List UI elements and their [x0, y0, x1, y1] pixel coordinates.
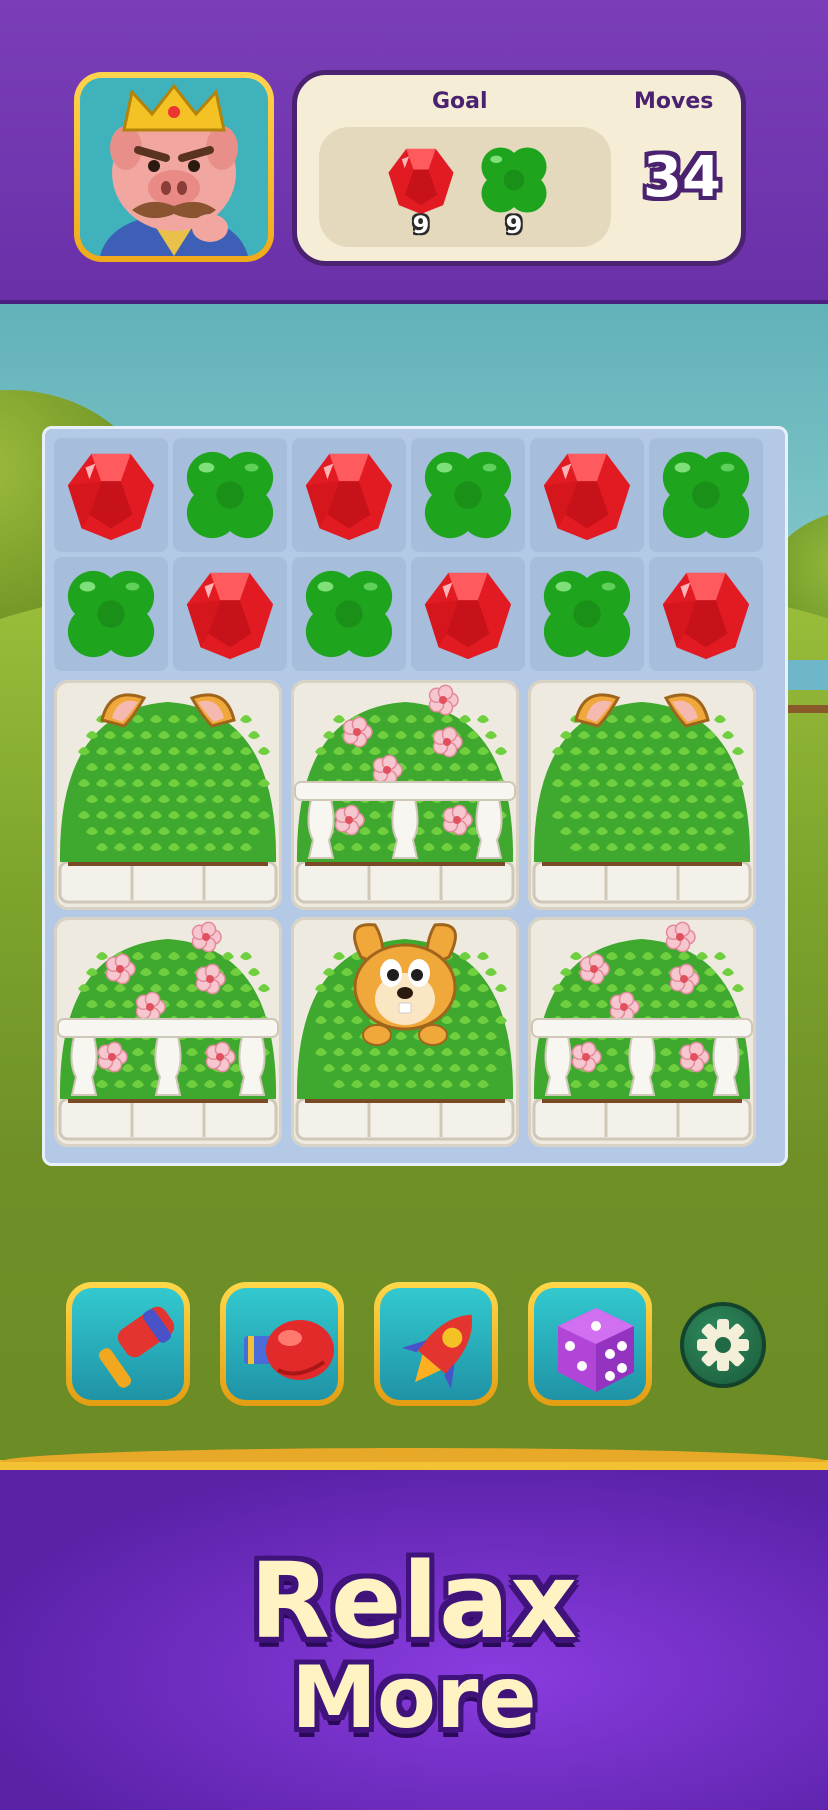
board-cell[interactable] — [649, 557, 763, 671]
board-cell[interactable] — [411, 438, 525, 552]
goal-label: Goal — [432, 89, 488, 114]
green-clover-icon — [657, 446, 755, 544]
board-cell[interactable] — [411, 557, 525, 671]
moves-counter: 34 — [643, 145, 721, 210]
dice-booster-button[interactable] — [528, 1282, 652, 1406]
rocket-icon — [402, 1314, 473, 1389]
green-clover-icon — [62, 565, 160, 663]
goal-panel: Goal Moves 9 9 34 — [292, 70, 746, 266]
board-cell[interactable] — [292, 557, 406, 671]
dice-icon — [558, 1308, 634, 1392]
bush-with-rabbit-tile[interactable] — [291, 917, 519, 1147]
board-cell[interactable] — [54, 438, 168, 552]
boxing-glove-booster-button[interactable] — [220, 1282, 344, 1406]
promo-banner: Relax More — [0, 1448, 828, 1810]
goal-item-green-clover: 9 — [477, 143, 551, 239]
moves-label: Moves — [634, 89, 714, 114]
gear-icon — [697, 1319, 749, 1371]
rocket-booster-button[interactable] — [374, 1282, 498, 1406]
green-clover-icon — [538, 565, 636, 663]
slogan-line-1: Relax — [249, 1540, 579, 1662]
green-clover-icon — [419, 446, 517, 544]
hammer-booster-button[interactable] — [66, 1282, 190, 1406]
bush-with-flowers-and-railing-tile[interactable] — [291, 680, 519, 910]
top-bar: Goal Moves 9 9 34 — [0, 0, 828, 304]
board-cell[interactable] — [530, 438, 644, 552]
board-cell[interactable] — [530, 557, 644, 671]
board-cell[interactable] — [173, 557, 287, 671]
board-cell[interactable] — [292, 438, 406, 552]
goal-count-green-clover: 9 — [505, 211, 523, 239]
avatar[interactable] — [74, 72, 274, 262]
goal-count-red-gem: 9 — [412, 211, 430, 239]
boxing-glove-icon — [244, 1320, 334, 1380]
goal-item-red-gem: 9 — [384, 143, 458, 239]
board-cell[interactable] — [54, 557, 168, 671]
red-gem-icon — [300, 446, 398, 544]
bush-with-flowers-and-railing-tile[interactable] — [54, 917, 282, 1147]
red-gem-icon — [388, 148, 454, 215]
slogan-line-2: More — [291, 1648, 537, 1748]
red-gem-icon — [181, 565, 279, 663]
red-gem-icon — [657, 565, 755, 663]
bush-with-flowers-and-railing-tile[interactable] — [528, 917, 756, 1147]
green-clover-icon — [300, 565, 398, 663]
red-gem-icon — [62, 446, 160, 544]
red-gem-icon — [419, 565, 517, 663]
green-clover-icon — [481, 147, 547, 213]
fence — [785, 705, 828, 713]
bush-with-hidden-rabbit-ears-tile[interactable] — [54, 680, 282, 910]
king-pig-avatar-icon — [80, 78, 268, 256]
goal-box: 9 9 — [319, 127, 611, 247]
hammer-icon — [99, 1306, 175, 1388]
game-board — [42, 426, 788, 1166]
green-clover-icon — [181, 446, 279, 544]
board-cell[interactable] — [649, 438, 763, 552]
bush-with-hidden-rabbit-ears-tile[interactable] — [528, 680, 756, 910]
board-cell[interactable] — [173, 438, 287, 552]
red-gem-icon — [538, 446, 636, 544]
settings-button[interactable] — [680, 1302, 766, 1388]
